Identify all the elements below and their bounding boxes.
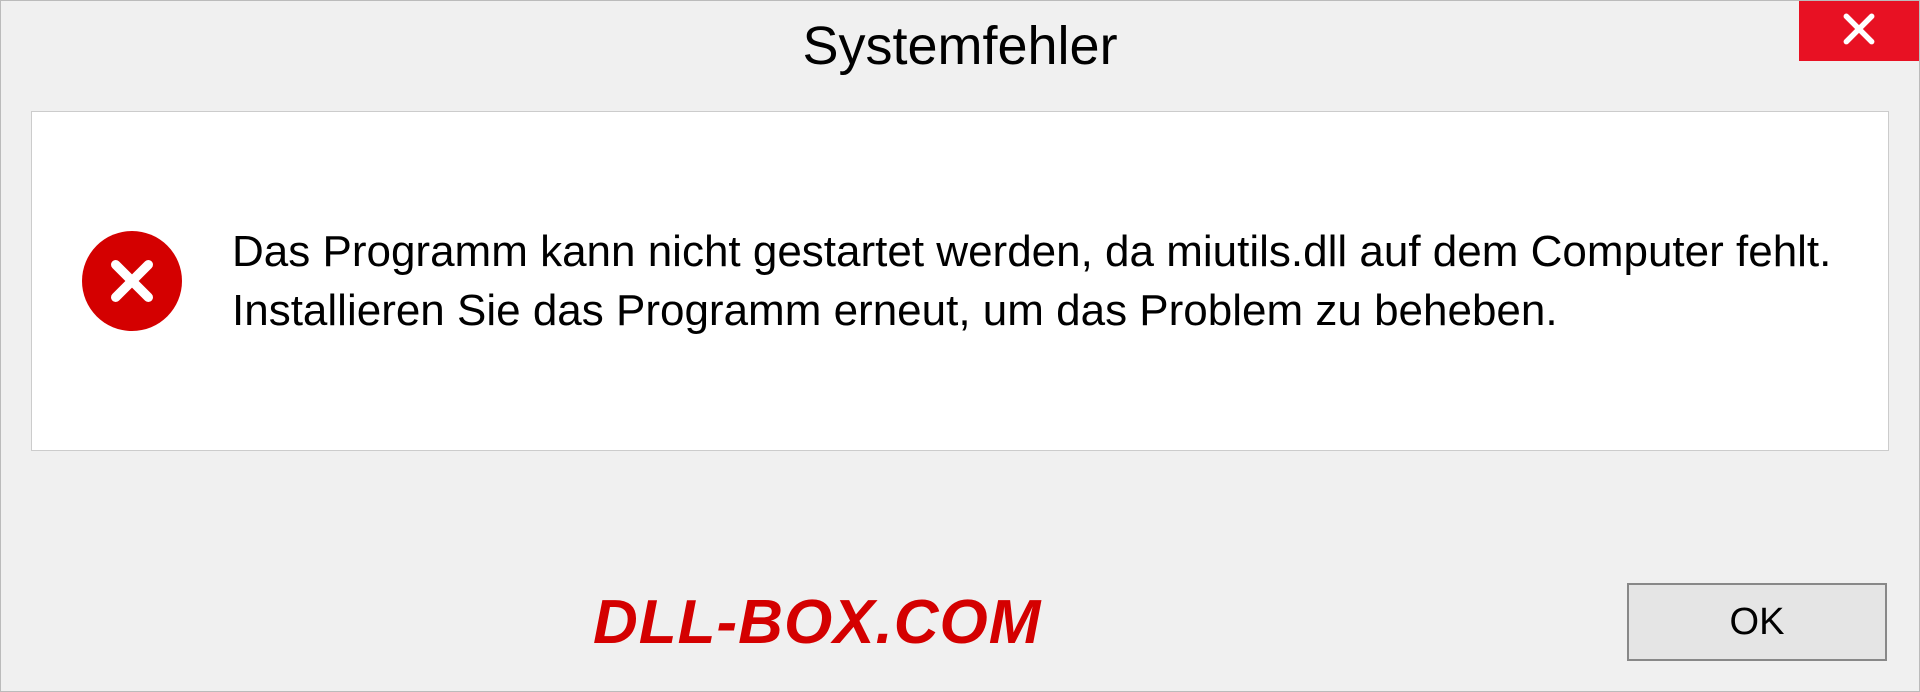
- watermark-text: DLL-BOX.COM: [593, 587, 1041, 658]
- footer: DLL-BOX.COM OK: [33, 583, 1887, 661]
- ok-button[interactable]: OK: [1627, 583, 1887, 661]
- error-message: Das Programm kann nicht gestartet werden…: [232, 222, 1838, 341]
- message-panel: Das Programm kann nicht gestartet werden…: [31, 111, 1889, 451]
- close-icon: [1840, 10, 1878, 53]
- error-icon: [82, 231, 182, 331]
- titlebar: Systemfehler: [1, 1, 1919, 91]
- close-button[interactable]: [1799, 1, 1919, 61]
- dialog-title: Systemfehler: [802, 15, 1117, 77]
